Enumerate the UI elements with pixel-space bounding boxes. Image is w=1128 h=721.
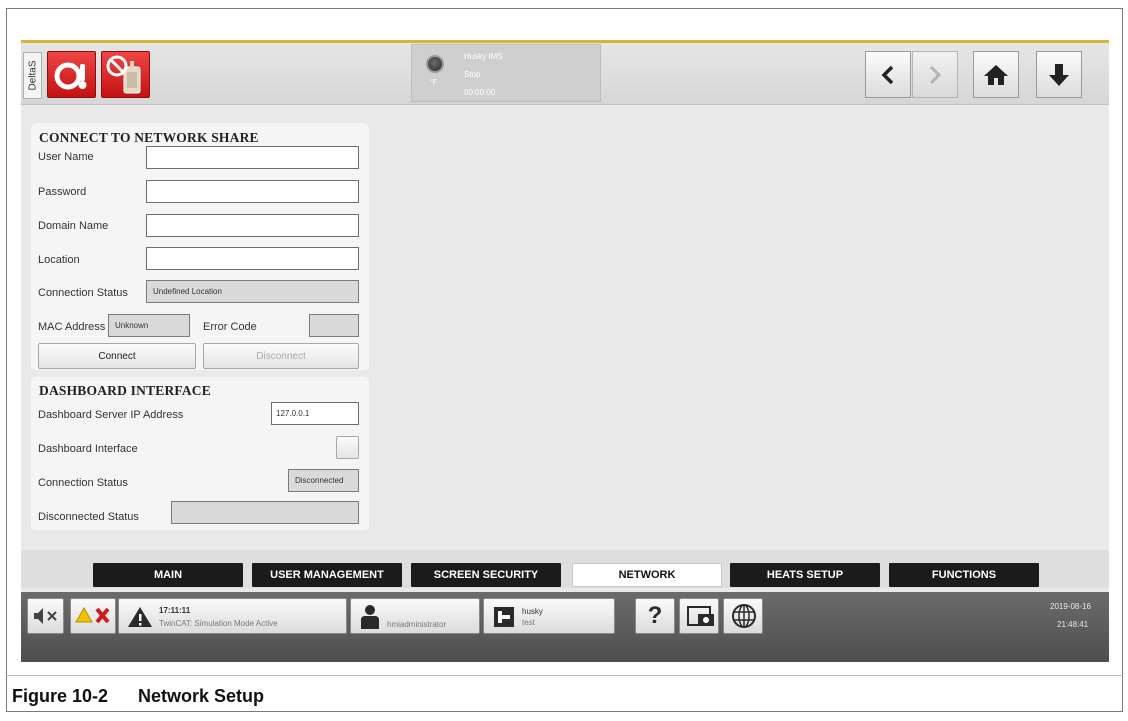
globe-icon bbox=[732, 604, 756, 628]
dashboard-interface-label: Dashboard Interface bbox=[38, 443, 138, 455]
warning-clear-icon bbox=[75, 606, 110, 624]
warning-icon bbox=[128, 607, 152, 627]
dashboard-ip-input[interactable]: 127.0.0.1 bbox=[271, 402, 359, 425]
chevron-right-icon bbox=[929, 65, 942, 84]
screen-tab-bar: MAIN USER MANAGEMENT SCREEN SECURITY NET… bbox=[21, 550, 1109, 588]
mold-name: husky bbox=[522, 607, 543, 616]
dashboard-connection-status-label: Connection Status bbox=[38, 477, 128, 489]
heat-alarm-button[interactable] bbox=[47, 51, 96, 98]
back-button[interactable] bbox=[865, 51, 911, 98]
side-tab-deltas[interactable]: DeltaS bbox=[23, 52, 42, 99]
alarm-message-button[interactable]: 17:11:11 TwinCAT: Simulation Mode Active bbox=[118, 598, 347, 634]
disconnected-status-label: Disconnected Status bbox=[38, 511, 139, 523]
tab-user-management[interactable]: USER MANAGEMENT bbox=[252, 563, 402, 587]
current-user: hmiadministrator bbox=[387, 620, 447, 629]
alarm-reset-button[interactable] bbox=[70, 598, 116, 634]
domain-name-label: Domain Name bbox=[38, 220, 109, 232]
password-input[interactable] bbox=[146, 180, 359, 203]
status-bar: 17:11:11 TwinCAT: Simulation Mode Active… bbox=[21, 592, 1109, 662]
dashboard-ip-label: Dashboard Server IP Address bbox=[38, 409, 184, 421]
network-share-panel: CONNECT TO NETWORK SHARE User Name Passw… bbox=[31, 123, 369, 370]
error-code-label: Error Code bbox=[203, 321, 257, 333]
dashboard-connection-status-value: Disconnected bbox=[288, 469, 359, 492]
tab-screen-security[interactable]: SCREEN SECURITY bbox=[411, 563, 561, 587]
hmi-screen: DeltaS °F Husky IMS Stop 00:00:00 CONNEC… bbox=[21, 40, 1109, 662]
figure-number: Figure 10-2 bbox=[12, 686, 109, 706]
password-label: Password bbox=[38, 186, 87, 198]
home-icon bbox=[984, 64, 1008, 85]
alarm-message: TwinCAT: Simulation Mode Active bbox=[159, 619, 278, 628]
connection-status-label: Connection Status bbox=[38, 287, 128, 299]
side-tab-label: DeltaS bbox=[27, 60, 39, 91]
disconnect-button[interactable]: Disconnect bbox=[203, 343, 359, 369]
alarm-time: 17:11:11 bbox=[159, 606, 191, 615]
download-button[interactable] bbox=[1036, 51, 1082, 98]
status-time: 21:48:41 bbox=[1057, 620, 1089, 629]
dashboard-interface-title: DASHBOARD INTERFACE bbox=[39, 383, 211, 398]
speaker-mute-icon bbox=[34, 608, 57, 624]
no-device-icon bbox=[106, 55, 141, 94]
user-name-input[interactable] bbox=[146, 146, 359, 169]
location-input[interactable] bbox=[146, 247, 359, 270]
screenshot-button[interactable] bbox=[679, 598, 719, 634]
user-login-button[interactable]: hmiadministrator bbox=[350, 598, 480, 634]
dashboard-interface-checkbox[interactable] bbox=[336, 436, 359, 459]
connect-button[interactable]: Connect bbox=[38, 343, 196, 369]
caption-divider bbox=[6, 675, 1123, 676]
mold-icon bbox=[494, 607, 514, 627]
mute-button[interactable] bbox=[27, 598, 64, 634]
help-icon: ? bbox=[647, 602, 663, 629]
error-code-value bbox=[309, 314, 359, 337]
disconnected-status-value bbox=[171, 501, 359, 524]
dashboard-interface-panel: DASHBOARD INTERFACE Dashboard Server IP … bbox=[31, 377, 369, 530]
domain-name-input[interactable] bbox=[146, 214, 359, 237]
tab-functions[interactable]: FUNCTIONS bbox=[889, 563, 1039, 587]
machine-status-panel[interactable]: °F Husky IMS Stop 00:00:00 bbox=[411, 44, 601, 102]
cycle-time: 00:00:00 bbox=[464, 88, 496, 97]
status-lamp-icon bbox=[426, 55, 444, 73]
chevron-left-icon bbox=[881, 65, 894, 84]
mold-button[interactable]: husky test bbox=[483, 598, 615, 634]
location-label: Location bbox=[38, 254, 80, 266]
user-name-label: User Name bbox=[38, 151, 94, 163]
tab-heats-setup[interactable]: HEATS SETUP bbox=[730, 563, 880, 587]
arrow-down-icon bbox=[1049, 63, 1069, 86]
network-share-title: CONNECT TO NETWORK SHARE bbox=[39, 130, 259, 145]
machine-state: Stop bbox=[464, 70, 481, 79]
forward-button[interactable] bbox=[912, 51, 958, 98]
disabled-device-button[interactable] bbox=[101, 51, 150, 98]
tab-network[interactable]: NETWORK bbox=[572, 563, 722, 587]
temperature-unit: °F bbox=[430, 79, 438, 86]
mold-sub: test bbox=[522, 618, 535, 627]
top-bar: DeltaS °F Husky IMS Stop 00:00:00 bbox=[21, 43, 1109, 105]
language-button[interactable] bbox=[723, 598, 763, 634]
status-date: 2019-08-16 bbox=[1050, 602, 1091, 611]
home-button[interactable] bbox=[973, 51, 1019, 98]
system-name: Husky IMS bbox=[464, 52, 503, 61]
figure-title: Network Setup bbox=[138, 686, 265, 706]
help-button[interactable]: ? bbox=[635, 598, 675, 634]
user-icon bbox=[361, 605, 379, 629]
mac-address-value: Unknown bbox=[108, 314, 190, 337]
connection-status-value: Undefined Location bbox=[146, 280, 359, 303]
mac-address-label: MAC Address bbox=[38, 321, 106, 333]
tab-main[interactable]: MAIN bbox=[93, 563, 243, 587]
temperature-alarm-icon bbox=[54, 62, 87, 90]
screenshot-icon bbox=[687, 606, 714, 626]
